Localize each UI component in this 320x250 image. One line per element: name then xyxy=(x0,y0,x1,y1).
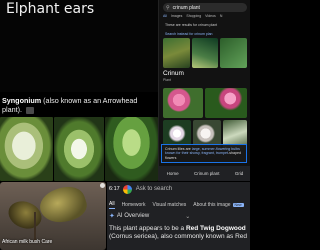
knowledge-panel[interactable]: Crinum Plant xyxy=(163,70,247,86)
crinum-image-grid xyxy=(163,88,247,150)
new-badge: New xyxy=(232,203,244,207)
caption-prefix: Crinum lilies are xyxy=(165,147,192,151)
lens-tabs: All Homework Visual matches About this i… xyxy=(109,201,244,209)
ai-overview-text: This plant appears to be a Red Twig Dogw… xyxy=(109,225,249,241)
answer-suffix: (Cornus sericea), also commonly known as… xyxy=(109,233,247,240)
result-thumbnail[interactable] xyxy=(163,38,190,68)
tab-all[interactable]: All xyxy=(163,14,167,18)
syngonium-name: Syngonium xyxy=(2,96,42,105)
tab-homework[interactable]: Homework xyxy=(122,202,146,208)
answer-prefix: This plant appears to be a xyxy=(109,225,186,232)
result-thumbnail[interactable] xyxy=(191,38,219,68)
syngonium-photo[interactable] xyxy=(0,117,53,181)
google-lens-panel: 6:17 Ask to search All Homework Visual m… xyxy=(107,182,250,250)
knowledge-panel-subtitle: Plant xyxy=(163,78,171,82)
ai-overview-label: AI Overview xyxy=(116,213,150,219)
syngonium-caption: Syngonium (also known as an Arrowhead pl… xyxy=(0,94,158,116)
search-instead-link[interactable]: Search instead for crinum plan xyxy=(165,32,212,36)
status-time: 6:17 xyxy=(109,186,120,192)
photo-label: African milk bush Care xyxy=(2,239,53,245)
heading-line-1: Elphant ears xyxy=(6,1,95,17)
tab-shopping[interactable]: Shopping xyxy=(186,14,201,18)
tab-visual-matches[interactable]: Visual matches xyxy=(152,202,186,208)
search-tabs: All Images Shopping Videos N xyxy=(163,14,222,18)
search-icon: ⚲ xyxy=(166,4,170,11)
chevron-down-icon[interactable]: ⌄ xyxy=(185,213,190,220)
lens-top-bar: 6:17 Ask to search xyxy=(107,182,250,196)
phone-bottom-nav: Home Crinum plant Grid xyxy=(159,166,250,181)
stem-shape xyxy=(34,212,36,242)
syngonium-photo[interactable] xyxy=(54,117,104,181)
results-note: These are results for crinum plant xyxy=(165,23,218,27)
search-query: crinum plant xyxy=(172,4,200,11)
tab-more[interactable]: N xyxy=(220,14,223,18)
phone-search-screenshot: ⚲ crinum plant All Images Shopping Video… xyxy=(158,0,250,181)
image-icon[interactable] xyxy=(25,106,34,114)
ai-caption-card: Crinum lilies are large, summer-flowerin… xyxy=(161,144,247,164)
nav-current-query[interactable]: Crinum plant xyxy=(194,171,220,176)
crinum-photo[interactable] xyxy=(205,88,247,118)
sparkle-icon: ✦ xyxy=(109,213,115,220)
google-logo-icon xyxy=(122,184,132,194)
tab-about-image-label: About this image xyxy=(193,202,231,208)
heading-panel: Elphant ears xyxy=(0,0,158,92)
syngonium-images xyxy=(0,117,158,181)
nav-grid-icon[interactable]: Grid xyxy=(235,171,244,176)
ai-overview-header[interactable]: ✦ AI Overview ⌄ xyxy=(109,212,190,220)
search-bar[interactable]: ⚲ crinum plant xyxy=(163,3,247,12)
image-results-row xyxy=(163,38,248,68)
potted-plant-photo[interactable]: African milk bush Care xyxy=(0,182,106,250)
leaf-shape xyxy=(35,182,91,229)
lens-marker-icon xyxy=(100,183,105,188)
tab-all[interactable]: All xyxy=(109,201,115,209)
result-thumbnail[interactable] xyxy=(220,38,248,68)
tab-images[interactable]: Images xyxy=(171,14,182,18)
crinum-photo[interactable] xyxy=(163,88,203,118)
tab-about-image[interactable]: About this image New xyxy=(193,202,244,208)
answer-plant-name: Red Twig Dogwood xyxy=(185,225,246,232)
syngonium-photo[interactable] xyxy=(105,117,158,181)
tab-videos[interactable]: Videos xyxy=(205,14,216,18)
knowledge-panel-title: Crinum xyxy=(163,70,184,77)
nav-home[interactable]: Home xyxy=(167,171,179,176)
ask-search-input[interactable]: Ask to search xyxy=(136,186,172,192)
